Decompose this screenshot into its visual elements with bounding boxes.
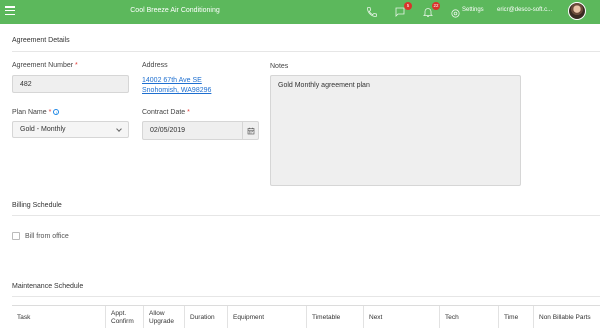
agreement-details-title: Agreement Details: [12, 37, 70, 44]
divider: [12, 296, 600, 297]
notes-label: Notes: [270, 63, 289, 70]
address-line-2: Snohomish, WA98296: [142, 87, 212, 94]
plan-name-select[interactable]: Gold - Monthly: [12, 121, 129, 138]
top-bar: Cool Breeze Air Conditioning 5 22 Settin…: [0, 0, 600, 24]
column-header-equipment[interactable]: Equipment: [227, 306, 306, 328]
agreement-number-field[interactable]: 482: [12, 75, 129, 93]
chat-icon[interactable]: 5: [394, 2, 412, 19]
column-header-non-billable-parts[interactable]: Non Billable Parts: [533, 306, 600, 328]
contract-date-label: Contract Date *: [142, 109, 190, 116]
column-header-tech[interactable]: Tech: [439, 306, 498, 328]
phone-icon[interactable]: [366, 5, 380, 19]
address-line-1: 14002 67th Ave SE: [142, 77, 202, 84]
notifications-badge: 22: [432, 2, 440, 10]
chat-badge: 5: [404, 2, 412, 10]
calendar-icon[interactable]: [242, 122, 258, 139]
divider: [12, 51, 600, 52]
column-header-allow-upgrade[interactable]: Allow Upgrade: [143, 306, 184, 328]
notes-textarea[interactable]: Gold Monthly agreement plan: [270, 75, 521, 186]
settings-link[interactable]: Settings: [462, 7, 484, 13]
plan-name-label: Plan Name * i: [12, 109, 60, 116]
divider: [12, 215, 600, 216]
billing-schedule-title: Billing Schedule: [12, 202, 62, 209]
bill-from-office-label: Bill from office: [25, 232, 69, 240]
info-icon[interactable]: i: [53, 109, 60, 116]
column-header-timetable[interactable]: Timetable: [306, 306, 363, 328]
column-header-time[interactable]: Time: [498, 306, 533, 328]
column-header-task[interactable]: Task: [12, 306, 105, 328]
chevron-down-icon: [116, 126, 122, 132]
contract-date-value: 02/05/2019: [150, 127, 186, 134]
address-link[interactable]: 14002 67th Ave SE Snohomish, WA98296: [142, 76, 211, 96]
bill-from-office-checkbox[interactable]: [12, 232, 20, 240]
avatar[interactable]: [568, 2, 586, 20]
user-email[interactable]: ericr@desco-soft.c...: [497, 7, 552, 13]
contract-date-field[interactable]: 02/05/2019: [142, 121, 259, 140]
plan-name-value: Gold - Monthly: [20, 126, 66, 133]
bell-icon[interactable]: 22: [422, 2, 440, 19]
maintenance-table-header: Task Appt. Confirm Allow Upgrade Duratio…: [12, 305, 600, 328]
column-header-appt-confirm[interactable]: Appt. Confirm: [105, 306, 143, 328]
column-header-duration[interactable]: Duration: [184, 306, 227, 328]
maintenance-schedule-title: Maintenance Schedule: [12, 283, 84, 290]
agreement-number-label: Agreement Number *: [12, 62, 78, 69]
column-header-next[interactable]: Next: [363, 306, 439, 328]
app-title: Cool Breeze Air Conditioning: [130, 7, 220, 14]
address-label: Address: [142, 62, 168, 69]
bill-from-office-row[interactable]: Bill from office: [12, 232, 69, 240]
